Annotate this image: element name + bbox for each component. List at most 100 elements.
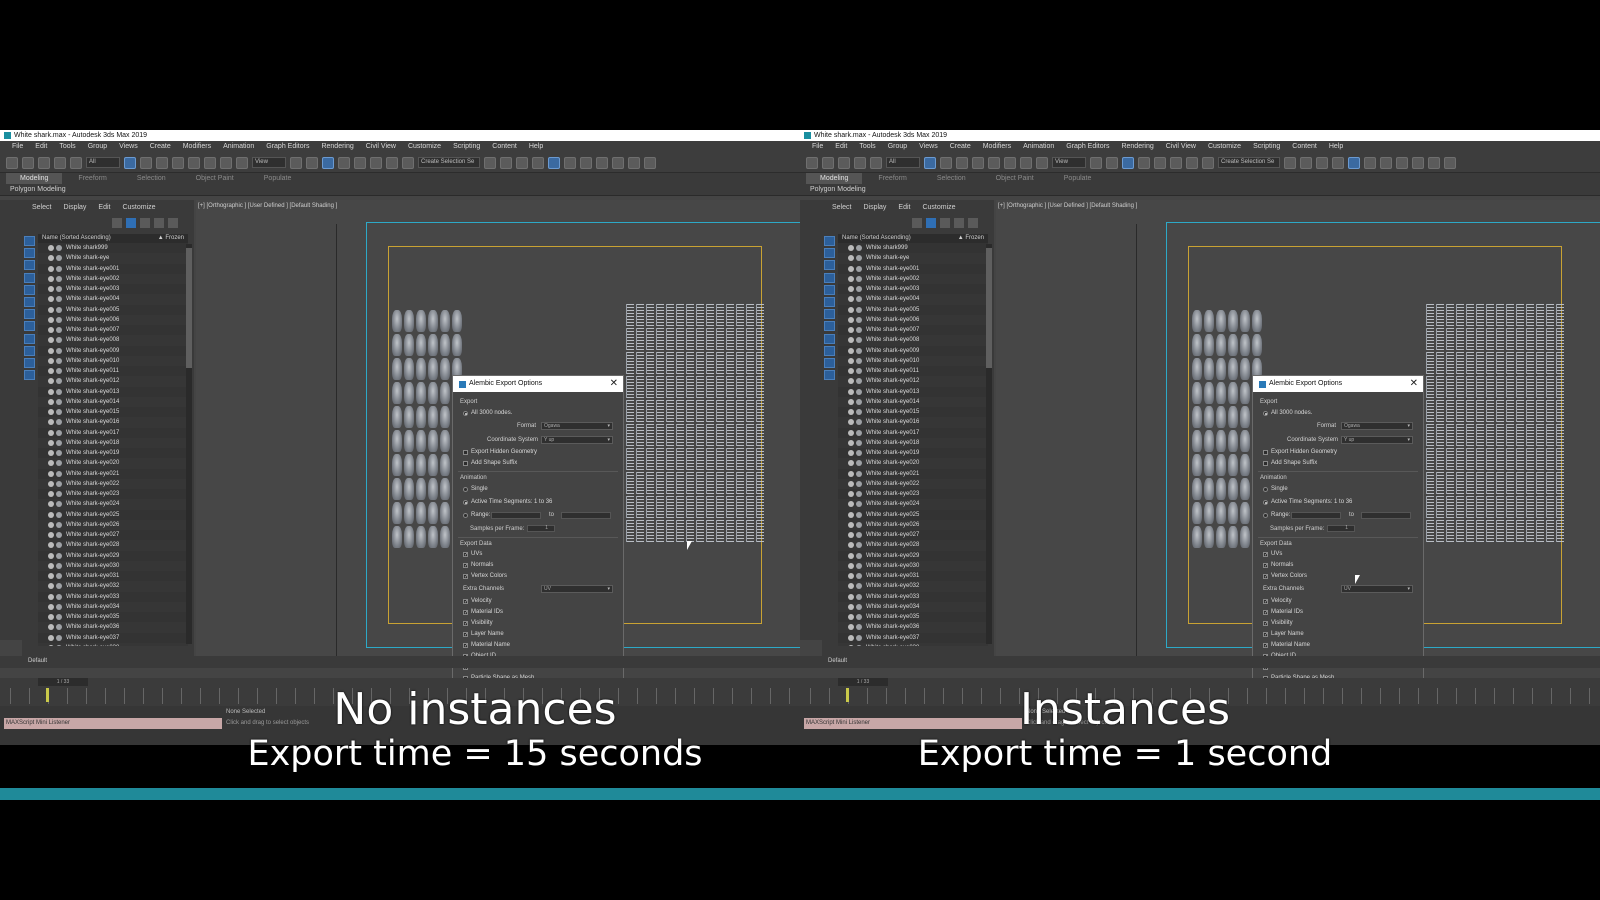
range-end-spinner[interactable] — [1361, 512, 1411, 519]
visibility-eye-icon[interactable] — [48, 470, 54, 477]
render-toggle-icon[interactable] — [56, 286, 62, 292]
curve-editor-icon[interactable] — [1348, 156, 1360, 169]
menu-item[interactable]: Content — [1286, 141, 1323, 153]
render-toggle-icon[interactable] — [856, 327, 862, 333]
clear-search-icon[interactable] — [112, 218, 122, 228]
material-name-option[interactable]: Material Name — [1263, 642, 1310, 648]
list-item[interactable]: White shark-eye008 — [38, 335, 188, 346]
list-item[interactable]: White shark-eye019 — [38, 448, 188, 458]
visibility-eye-icon[interactable] — [848, 583, 854, 590]
snap-toggle-icon[interactable] — [338, 156, 350, 169]
visibility-checkbox[interactable] — [463, 620, 468, 626]
list-item[interactable]: White shark-eye034 — [838, 601, 988, 612]
scale-icon[interactable] — [220, 156, 232, 169]
list-item[interactable]: White shark-eye022 — [38, 478, 188, 489]
render-toggle-icon[interactable] — [56, 634, 62, 641]
render-toggle-icon[interactable] — [856, 316, 862, 323]
visibility-eye-icon[interactable] — [48, 337, 54, 344]
scene-explorer-menu-item[interactable]: Display — [63, 204, 86, 211]
keyboard-shortcut-icon[interactable] — [1122, 156, 1134, 169]
visibility-eye-icon[interactable] — [848, 327, 854, 333]
list-item[interactable]: White shark-eye015 — [838, 407, 988, 417]
window-crossing-icon[interactable] — [172, 156, 184, 169]
scene-explorer-menu-item[interactable]: Customize — [922, 204, 955, 211]
scene-explorer-menu-item[interactable]: Edit — [98, 204, 110, 211]
visibility-eye-icon[interactable] — [848, 275, 854, 282]
link-icon[interactable] — [38, 156, 50, 169]
list-item[interactable]: White shark-eye013 — [838, 387, 988, 397]
render-toggle-icon[interactable] — [56, 593, 62, 600]
coordinate-system-dropdown[interactable]: Y up — [541, 436, 613, 444]
visibility-eye-icon[interactable] — [848, 470, 854, 477]
layer-name-checkbox[interactable] — [463, 631, 468, 637]
list-item[interactable]: White shark-eye037 — [838, 633, 988, 643]
menu-item[interactable]: Group — [882, 141, 913, 153]
render-toggle-icon[interactable] — [856, 460, 862, 467]
pivot-icon[interactable] — [290, 156, 302, 169]
menu-item[interactable]: Graph Editors — [1060, 141, 1115, 153]
unlink-icon[interactable] — [54, 156, 66, 169]
column-name-header[interactable]: Name (Sorted Ascending) — [42, 234, 111, 243]
list-item[interactable]: White shark999 — [38, 243, 188, 253]
ribbon-tab[interactable]: Freeform — [64, 173, 120, 184]
group-filter-icon[interactable] — [24, 309, 35, 320]
visibility-eye-icon[interactable] — [848, 265, 854, 272]
single-option[interactable]: Single — [1263, 486, 1288, 492]
render-toggle-icon[interactable] — [56, 265, 62, 272]
list-item[interactable]: White shark-eye — [838, 253, 988, 264]
visibility-eye-icon[interactable] — [848, 245, 854, 251]
active-time-radio[interactable] — [463, 499, 468, 505]
place-icon[interactable] — [1036, 156, 1048, 169]
render-toggle-icon[interactable] — [856, 265, 862, 272]
menu-item[interactable]: Content — [486, 141, 523, 153]
unlink-icon[interactable] — [854, 156, 866, 169]
shape-filter-icon[interactable] — [24, 248, 35, 259]
range-radio[interactable] — [463, 512, 468, 518]
visibility-eye-icon[interactable] — [848, 296, 854, 303]
render-toggle-icon[interactable] — [56, 542, 62, 549]
menu-item[interactable]: Scripting — [1247, 141, 1286, 153]
single-radio[interactable] — [1263, 486, 1268, 492]
list-item[interactable]: White shark-eye009 — [38, 346, 188, 356]
visibility-eye-icon[interactable] — [48, 347, 54, 354]
all-nodes-radio[interactable] — [463, 410, 468, 416]
list-item[interactable]: White shark-eye025 — [838, 510, 988, 520]
visibility-eye-icon[interactable] — [848, 398, 854, 405]
menu-item[interactable]: Customize — [1202, 141, 1247, 153]
list-item[interactable]: White shark-eye024 — [38, 499, 188, 510]
list-item[interactable]: White shark-eye033 — [38, 592, 188, 602]
render-toggle-icon[interactable] — [856, 562, 862, 569]
move-icon[interactable] — [188, 156, 200, 169]
visibility-eye-icon[interactable] — [48, 542, 54, 549]
visibility-eye-icon[interactable] — [848, 306, 854, 313]
material-name-checkbox[interactable] — [1263, 642, 1268, 648]
visibility-eye-icon[interactable] — [848, 419, 854, 426]
vertex-colors-checkbox[interactable] — [463, 573, 468, 579]
scrollbar-thumb[interactable] — [986, 248, 992, 368]
xref-filter-icon[interactable] — [24, 321, 35, 332]
helper-filter-icon[interactable] — [824, 284, 835, 295]
container-filter-icon[interactable] — [24, 345, 35, 356]
visibility-eye-icon[interactable] — [48, 368, 54, 374]
menu-item[interactable]: Modifiers — [977, 141, 1017, 153]
rendered-frame-icon[interactable] — [1412, 156, 1424, 169]
list-item[interactable]: White shark-eye028 — [838, 540, 988, 551]
add-shape-suffix-checkbox[interactable] — [463, 460, 468, 466]
list-item[interactable]: White shark-eye010 — [838, 355, 988, 366]
render-toggle-icon[interactable] — [56, 409, 62, 415]
undo-icon[interactable] — [6, 156, 18, 169]
list-item[interactable]: White shark-eye001 — [838, 264, 988, 274]
render-toggle-icon[interactable] — [856, 439, 862, 446]
render-toggle-icon[interactable] — [856, 429, 862, 436]
menu-item[interactable]: Graph Editors — [260, 141, 315, 153]
frozen-filter-icon[interactable] — [824, 357, 835, 368]
normals-option[interactable]: Normals — [1263, 562, 1293, 568]
uvs-option[interactable]: UVs — [463, 551, 482, 557]
render-toggle-icon[interactable] — [56, 419, 62, 426]
visibility-eye-icon[interactable] — [848, 255, 854, 262]
render-toggle-icon[interactable] — [856, 521, 862, 528]
render-toggle-icon[interactable] — [856, 337, 862, 344]
render-toggle-icon[interactable] — [56, 378, 62, 385]
curve-editor-icon[interactable] — [548, 156, 560, 169]
list-item[interactable]: White shark-eye003 — [38, 284, 188, 294]
